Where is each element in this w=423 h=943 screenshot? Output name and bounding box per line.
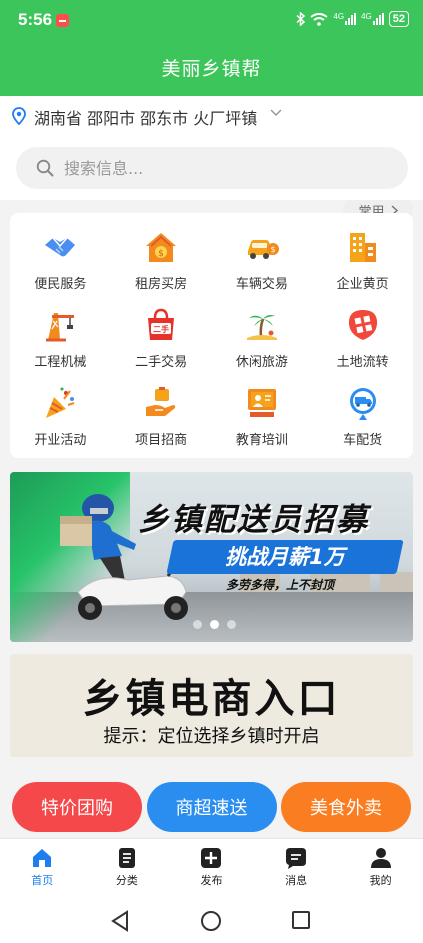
search-section	[0, 136, 423, 200]
pagination-dot[interactable]	[227, 620, 236, 629]
category-label: 车配货	[343, 433, 383, 448]
tab-label: 首页	[31, 874, 54, 887]
crane-icon	[46, 313, 75, 342]
category-grid-card: 便民服务 $ 租房买房 $ 车辆交易 企业黄页 工程机械 二手 二手交易 休闲旅…	[10, 213, 413, 458]
bottom-tab-bar: 首页 分类 发布 消息 我的	[0, 838, 423, 898]
pagination-dot-active[interactable]	[210, 620, 219, 629]
chevron-down-icon[interactable]	[270, 108, 282, 118]
signal-4g-1: 4G	[333, 13, 357, 25]
location-pin-icon	[12, 107, 26, 125]
pagination-dot[interactable]	[193, 620, 202, 629]
category-label: 教育培训	[235, 433, 288, 448]
category-label: 企业黄页	[336, 277, 389, 292]
do-not-disturb-icon	[56, 14, 69, 27]
tab-publish[interactable]: 发布	[169, 839, 254, 898]
ecommerce-entry-banner[interactable]: 乡镇电商入口 提示：定位选择乡镇时开启	[10, 654, 413, 757]
recruit-banner[interactable]: 乡镇配送员招募 挑战月薪1万 多劳多得，上不封顶	[10, 472, 413, 642]
salary-pill: 挑战月薪1万	[166, 540, 404, 574]
signal-bars-icon	[345, 13, 357, 25]
category-label: 车辆交易	[235, 277, 288, 292]
category-machinery[interactable]: 工程机械	[10, 307, 111, 385]
status-bar: 5:56 4G 4G 52	[0, 0, 423, 42]
location-text[interactable]: 湖南省 邵阳市 邵东市 火厂坪镇	[34, 105, 257, 129]
page-title: 美丽乡镇帮	[161, 58, 262, 80]
category-label: 项目招商	[135, 433, 188, 448]
tab-messages[interactable]: 消息	[254, 839, 339, 898]
search-icon	[36, 159, 54, 177]
list-icon	[118, 848, 135, 868]
category-label: 二手交易	[135, 355, 188, 370]
category-label: 休闲旅游	[235, 355, 288, 370]
recruit-headline: 乡镇配送员招募	[138, 502, 369, 538]
signal-bars-icon	[372, 13, 384, 25]
secondhand-icon: 二手	[148, 308, 175, 340]
tab-label: 消息	[285, 874, 308, 887]
land-icon	[348, 310, 377, 340]
palm-tree-icon	[246, 315, 277, 340]
category-label: 便民服务	[34, 277, 87, 292]
message-icon	[286, 848, 307, 869]
category-label: 开业活动	[34, 433, 87, 448]
banner-pagination[interactable]	[193, 620, 236, 629]
tab-label: 发布	[200, 874, 223, 887]
category-investment[interactable]: 项目招商	[111, 385, 212, 463]
tab-home[interactable]: 首页	[0, 839, 85, 898]
teacher-icon	[247, 389, 276, 417]
tab-profile[interactable]: 我的	[338, 839, 423, 898]
category-secondhand[interactable]: 二手 二手交易	[111, 307, 212, 385]
category-vehicles[interactable]: $ 车辆交易	[212, 229, 313, 307]
tab-categories[interactable]: 分类	[85, 839, 170, 898]
search-bar[interactable]	[16, 147, 408, 189]
building-icon	[349, 233, 376, 262]
svg-text:$: $	[270, 245, 275, 254]
recents-icon[interactable]	[291, 910, 311, 930]
house-icon: $	[146, 233, 177, 262]
wifi-icon	[310, 12, 329, 26]
truck-location-icon	[349, 388, 376, 420]
tab-label: 我的	[369, 874, 392, 887]
category-education[interactable]: 教育培训	[212, 385, 313, 463]
car-icon: $	[247, 240, 279, 259]
salary-pill-text: 挑战月薪1万	[225, 545, 345, 569]
app-bar: 美丽乡镇帮	[0, 42, 423, 96]
category-label: 土地流转	[336, 355, 389, 370]
category-opening[interactable]: 开业活动	[10, 385, 111, 463]
group-buy-button[interactable]: 特价团购	[12, 782, 142, 832]
tab-label: 分类	[115, 874, 138, 887]
signal-4g-2: 4G	[361, 13, 384, 25]
category-label: 租房买房	[135, 277, 188, 292]
home-icon	[33, 849, 52, 867]
category-tourism[interactable]: 休闲旅游	[212, 307, 313, 385]
category-housing[interactable]: $ 租房买房	[111, 229, 212, 307]
quick-actions: 特价团购 商超速送 美食外卖	[12, 782, 411, 832]
category-business[interactable]: 企业黄页	[312, 229, 413, 307]
status-indicators: 4G 4G 52	[296, 11, 409, 27]
party-popper-icon	[46, 387, 75, 418]
home-circle-icon[interactable]	[200, 910, 222, 932]
recruit-slogan: 多劳多得，上不封顶	[226, 578, 335, 592]
search-input[interactable]	[64, 147, 384, 189]
supermarket-delivery-button[interactable]: 商超速送	[146, 782, 277, 832]
category-label: 工程机械	[34, 355, 87, 370]
location-bar[interactable]: 湖南省 邵阳市 邵东市 火厂坪镇 常用	[0, 96, 423, 224]
category-freight[interactable]: 车配货	[312, 385, 413, 463]
investment-icon	[146, 387, 176, 416]
status-time: 5:56	[18, 10, 53, 29]
ecommerce-title: 乡镇电商入口	[82, 676, 341, 722]
back-icon[interactable]	[110, 910, 130, 932]
user-icon	[370, 848, 391, 868]
svg-text:二手: 二手	[153, 324, 169, 334]
svg-text:$: $	[158, 249, 164, 259]
system-nav-bar	[0, 898, 423, 943]
category-convenience[interactable]: 便民服务	[10, 229, 111, 307]
battery-icon: 52	[388, 11, 409, 27]
category-land[interactable]: 土地流转	[312, 307, 413, 385]
ecommerce-hint: 提示：定位选择乡镇时开启	[103, 726, 320, 747]
handshake-icon	[45, 237, 76, 257]
plus-square-icon	[201, 848, 222, 868]
food-delivery-button[interactable]: 美食外卖	[281, 782, 411, 832]
category-grid: 便民服务 $ 租房买房 $ 车辆交易 企业黄页 工程机械 二手 二手交易 休闲旅…	[10, 213, 413, 463]
bluetooth-icon	[296, 12, 306, 26]
